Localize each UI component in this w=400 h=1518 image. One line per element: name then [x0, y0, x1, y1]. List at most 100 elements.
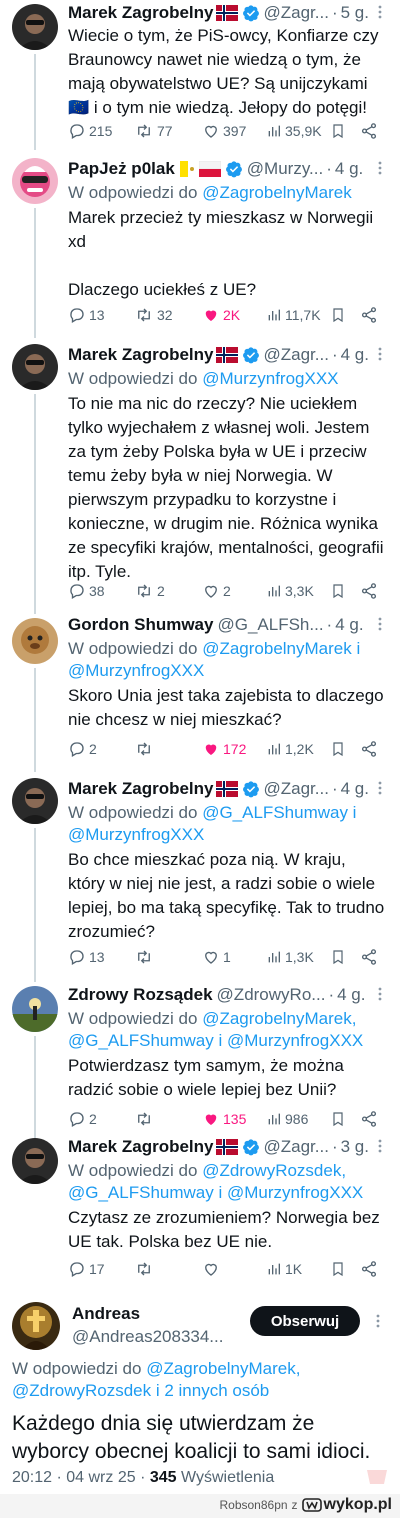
handle[interactable]: @Zagr... — [264, 345, 329, 365]
bookmark-button[interactable] — [330, 738, 346, 760]
like-count: 2 — [223, 583, 231, 599]
heart-icon — [202, 1110, 220, 1128]
bookmark-button[interactable] — [330, 580, 346, 602]
bookmark-button[interactable] — [330, 304, 346, 326]
like-button[interactable]: 397 — [202, 120, 246, 142]
avatar[interactable] — [12, 344, 58, 390]
share-button[interactable] — [360, 1108, 378, 1130]
avatar[interactable] — [12, 158, 58, 204]
more-options-icon[interactable] — [378, 160, 382, 180]
reply-mention-link[interactable]: @ZagrobelnyMarek — [202, 183, 352, 202]
avatar[interactable] — [12, 1138, 58, 1184]
share-button[interactable] — [360, 946, 378, 968]
analytics-icon — [266, 1111, 282, 1127]
views-button[interactable]: 3,3K — [266, 580, 314, 602]
tweet[interactable]: Gordon Shumway @G_ALFSh... · 4 g. W odpo… — [0, 612, 400, 772]
like-button[interactable]: 172 — [202, 738, 246, 760]
like-button[interactable] — [202, 1258, 223, 1280]
display-name[interactable]: Gordon Shumway — [68, 615, 213, 635]
timestamp[interactable]: 4 g. — [335, 615, 363, 635]
handle[interactable]: @Murzy... — [247, 159, 323, 179]
timestamp[interactable]: 4 g. — [341, 345, 369, 365]
tweet[interactable]: Marek Zagrobelny @Zagr... · 5 g. Wiecie … — [0, 0, 400, 150]
like-button[interactable]: 2K — [202, 304, 240, 326]
handle[interactable]: @ZdrowyRo... — [217, 985, 326, 1005]
avatar[interactable] — [12, 1302, 60, 1350]
main-author-handle[interactable]: @Andreas208334... — [72, 1327, 223, 1347]
bookmark-button[interactable] — [330, 120, 346, 142]
watermark-connector: z — [291, 1498, 298, 1512]
tweet[interactable]: Zdrowy Rozsądek @ZdrowyRo... · 4 g. W od… — [0, 978, 400, 1138]
more-options-icon[interactable] — [378, 616, 382, 636]
views-button[interactable]: 1,3K — [266, 946, 314, 968]
like-button[interactable]: 1 — [202, 946, 231, 968]
display-name[interactable]: Marek Zagrobelny — [68, 1137, 214, 1157]
more-options-icon[interactable] — [378, 4, 382, 24]
reply-button[interactable]: 215 — [68, 120, 112, 142]
thread-line — [34, 828, 36, 982]
repost-button[interactable] — [134, 946, 157, 968]
reply-mention-link[interactable]: @ZagrobelnyMarek, — [146, 1359, 300, 1378]
handle[interactable]: @G_ALFSh... — [217, 615, 323, 635]
repost-button[interactable]: 32 — [134, 304, 173, 326]
share-button[interactable] — [360, 1258, 378, 1280]
handle[interactable]: @Zagr... — [264, 779, 329, 799]
tweet[interactable]: Marek Zagrobelny @Zagr... · 3 g. W odpow… — [0, 1134, 400, 1290]
reply-button[interactable]: 38 — [68, 580, 105, 602]
display-name[interactable]: Zdrowy Rozsądek — [68, 985, 213, 1005]
repost-button[interactable]: 77 — [134, 120, 173, 142]
timestamp[interactable]: 5 g. — [341, 3, 369, 23]
reply-button[interactable]: 2 — [68, 738, 97, 760]
avatar[interactable] — [12, 4, 58, 50]
views-button[interactable]: 1K — [266, 1258, 302, 1280]
views-button[interactable]: 986 — [266, 1108, 308, 1130]
share-button[interactable] — [360, 580, 378, 602]
reply-mention-link[interactable]: @ZdrowyRozsdek i 2 innych osób — [12, 1381, 269, 1400]
tweet[interactable]: Marek Zagrobelny @Zagr... · 4 g. W odpow… — [0, 336, 400, 614]
like-button[interactable]: 2 — [202, 580, 231, 602]
share-button[interactable] — [360, 120, 378, 142]
more-options-icon[interactable] — [376, 1314, 380, 1333]
repost-button[interactable] — [134, 1258, 157, 1280]
avatar[interactable] — [12, 986, 58, 1032]
main-author-name[interactable]: Andreas — [72, 1304, 140, 1324]
more-options-icon[interactable] — [378, 986, 382, 1006]
reply-button[interactable]: 2 — [68, 1108, 97, 1130]
views-button[interactable]: 35,9K — [266, 120, 322, 142]
handle[interactable]: @Zagr... — [264, 1137, 329, 1157]
views-button[interactable]: 1,2K — [266, 738, 314, 760]
avatar[interactable] — [12, 618, 58, 664]
share-button[interactable] — [360, 738, 378, 760]
more-options-icon[interactable] — [378, 1138, 382, 1158]
reply-context: W odpowiedzi do @G_ALFShumway i @Murzynf… — [68, 802, 386, 846]
bookmark-button[interactable] — [330, 946, 346, 968]
repost-button[interactable]: 2 — [134, 580, 165, 602]
tweet[interactable]: PapJeż p0lak @Murzy... · 4 g. W odpowied… — [0, 150, 400, 338]
like-button[interactable]: 135 — [202, 1108, 246, 1130]
bookmark-button[interactable] — [330, 1108, 346, 1130]
repost-button[interactable] — [134, 1108, 157, 1130]
timestamp[interactable]: 4 g. — [335, 159, 363, 179]
display-name[interactable]: PapJeż p0lak — [68, 159, 175, 179]
timestamp[interactable]: 4 g. — [337, 985, 365, 1005]
views-button[interactable]: 11,7K — [266, 304, 321, 326]
display-name[interactable]: Marek Zagrobelny — [68, 779, 214, 799]
timestamp[interactable]: 4 g. — [341, 779, 369, 799]
follow-button[interactable]: Obserwuj — [250, 1306, 360, 1336]
more-options-icon[interactable] — [378, 346, 382, 366]
timestamp[interactable]: 3 g. — [341, 1137, 369, 1157]
avatar[interactable] — [12, 778, 58, 824]
display-name[interactable]: Marek Zagrobelny — [68, 3, 214, 23]
display-name[interactable]: Marek Zagrobelny — [68, 345, 214, 365]
repost-button[interactable] — [134, 738, 157, 760]
handle[interactable]: @Zagr... — [264, 3, 329, 23]
bookmark-button[interactable] — [330, 1258, 346, 1280]
reply-button[interactable]: 13 — [68, 304, 105, 326]
reply-button[interactable]: 17 — [68, 1258, 105, 1280]
more-options-icon[interactable] — [378, 780, 382, 800]
reply-mention-link[interactable]: @MurzynfrogXXX — [202, 369, 338, 388]
reply-button[interactable]: 13 — [68, 946, 105, 968]
tweet[interactable]: Marek Zagrobelny @Zagr... · 4 g. W odpow… — [0, 768, 400, 982]
share-button[interactable] — [360, 304, 378, 326]
main-timestamp[interactable]: 20:12 · 04 wrz 25 · — [12, 1469, 150, 1486]
